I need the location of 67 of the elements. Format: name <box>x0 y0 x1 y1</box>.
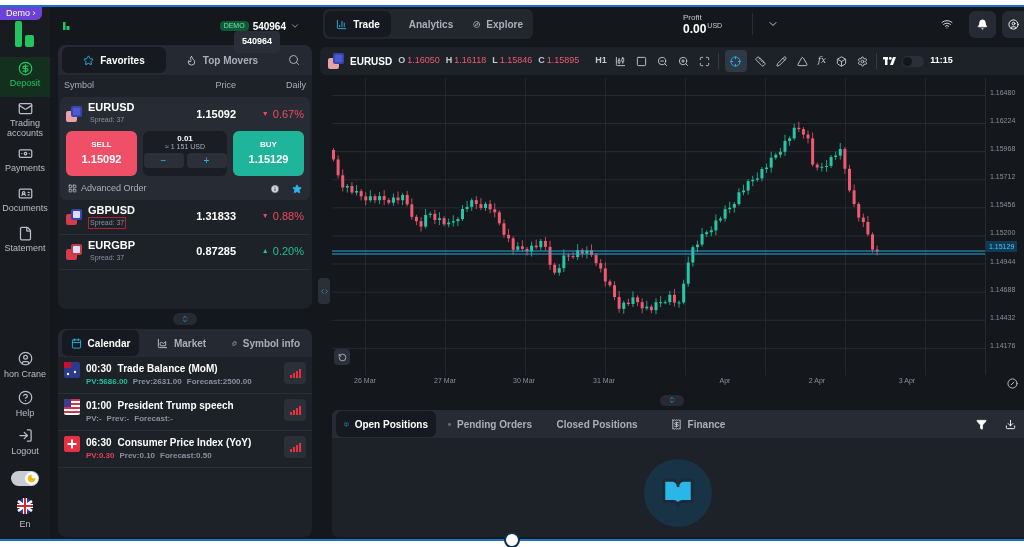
pv-value: PV:0.30 <box>86 450 115 462</box>
event-title: Trade Balance (MoM) <box>117 362 218 375</box>
tab[interactable]: Trade <box>325 11 391 37</box>
tab[interactable]: Market <box>143 330 220 356</box>
calendar-event[interactable]: 00:30 Trade Balance (MoM) PV:5686.00 Prev:2631.00 Forecast:2500.00 <box>58 357 312 394</box>
symbol-name: EURGBP <box>88 238 137 252</box>
prev-value: Prev:0.10 <box>119 450 156 462</box>
price: 1.31833 <box>195 209 236 225</box>
event-title: President Trump speech <box>117 399 234 412</box>
tab[interactable]: Favorites <box>62 47 166 73</box>
symbol-name: EURUSD <box>88 101 136 115</box>
tooltip: 540964 <box>234 31 281 53</box>
ohlc-value: C 1.15895 <box>538 54 580 68</box>
price: 0.87285 <box>195 244 236 260</box>
daily-change: 0.20% <box>272 244 304 260</box>
calendar-event[interactable]: 06:30 Consumer Price Index (YoY) PV:0.30 Prev:0.10 Forecast:0.50 <box>58 431 312 468</box>
decrease-button[interactable]: − <box>143 153 184 168</box>
sidebar-item[interactable]: Documents <box>0 182 50 222</box>
indicators-button[interactable]: fx <box>817 54 827 68</box>
tab[interactable]: Closed Positions <box>544 411 644 437</box>
sidebar-item[interactable]: hon Crane <box>0 347 50 386</box>
forecast-value: Forecast:- <box>134 413 173 425</box>
increase-button[interactable]: + <box>186 153 227 168</box>
advanced-order-link[interactable]: Advanced Order <box>81 182 147 196</box>
sidebar-item[interactable]: Logout <box>0 424 50 463</box>
ohlc-value: O 1.16050 <box>398 54 440 68</box>
daily-change: 0.88% <box>272 209 304 225</box>
forecast-value: Forecast:2500.00 <box>186 376 252 388</box>
prev-value: Prev:2631.00 <box>132 376 182 388</box>
sidebar-item[interactable]: Help <box>0 385 50 424</box>
account-number: 540964 <box>252 19 286 34</box>
timeframe-button[interactable]: H1 <box>595 54 607 68</box>
language-label[interactable]: En <box>19 517 31 531</box>
prev-value: Prev:- <box>106 413 130 425</box>
volume-value: 0.01 <box>177 134 193 143</box>
event-time: 01:00 <box>86 399 112 412</box>
calendar-event[interactable]: 01:00 President Trump speech PV:- Prev:- Forecast:- <box>58 394 312 431</box>
profit-value: 0.00 <box>683 21 707 36</box>
price: 1.15092 <box>195 106 236 122</box>
daily-change: 0.67% <box>272 106 304 122</box>
tab[interactable]: Calendar <box>62 330 139 356</box>
tab[interactable]: Open Positions <box>336 411 436 437</box>
ohlc-value: L 1.15846 <box>492 54 533 68</box>
ohlc-value: H 1.16118 <box>445 54 487 68</box>
chart-symbol[interactable]: EURUSD <box>350 53 393 69</box>
column-header: Symbol <box>64 79 95 93</box>
profit-label: Profit <box>683 12 702 22</box>
tab[interactable]: Finance <box>648 411 748 437</box>
tab[interactable]: Pending Orders <box>440 411 540 437</box>
tab[interactable]: Explore <box>465 11 531 37</box>
pv-value: PV:- <box>86 413 102 425</box>
event-time: 00:30 <box>86 362 112 375</box>
event-time: 06:30 <box>86 436 112 449</box>
forecast-value: Forecast:0.50 <box>160 450 212 462</box>
tab[interactable]: Symbol info <box>224 330 308 356</box>
sidebar-item[interactable]: Deposit <box>0 57 50 97</box>
pv-value: PV:5686.00 <box>86 376 128 388</box>
sidebar-item[interactable]: Payments <box>0 142 50 182</box>
event-title: Consumer Price Index (YoY) <box>117 436 252 449</box>
sidebar-item[interactable]: Trading accounts <box>0 97 50 142</box>
tab[interactable]: Analytics <box>395 11 461 37</box>
clock-time: 11:15 <box>930 54 953 68</box>
sidebar-item[interactable]: Statement <box>0 222 50 262</box>
demo-badge[interactable]: Demo › <box>0 7 42 20</box>
column-header: Price <box>214 79 236 93</box>
column-header: Daily <box>286 79 306 93</box>
symbol-name: GBPUSD <box>88 203 137 217</box>
